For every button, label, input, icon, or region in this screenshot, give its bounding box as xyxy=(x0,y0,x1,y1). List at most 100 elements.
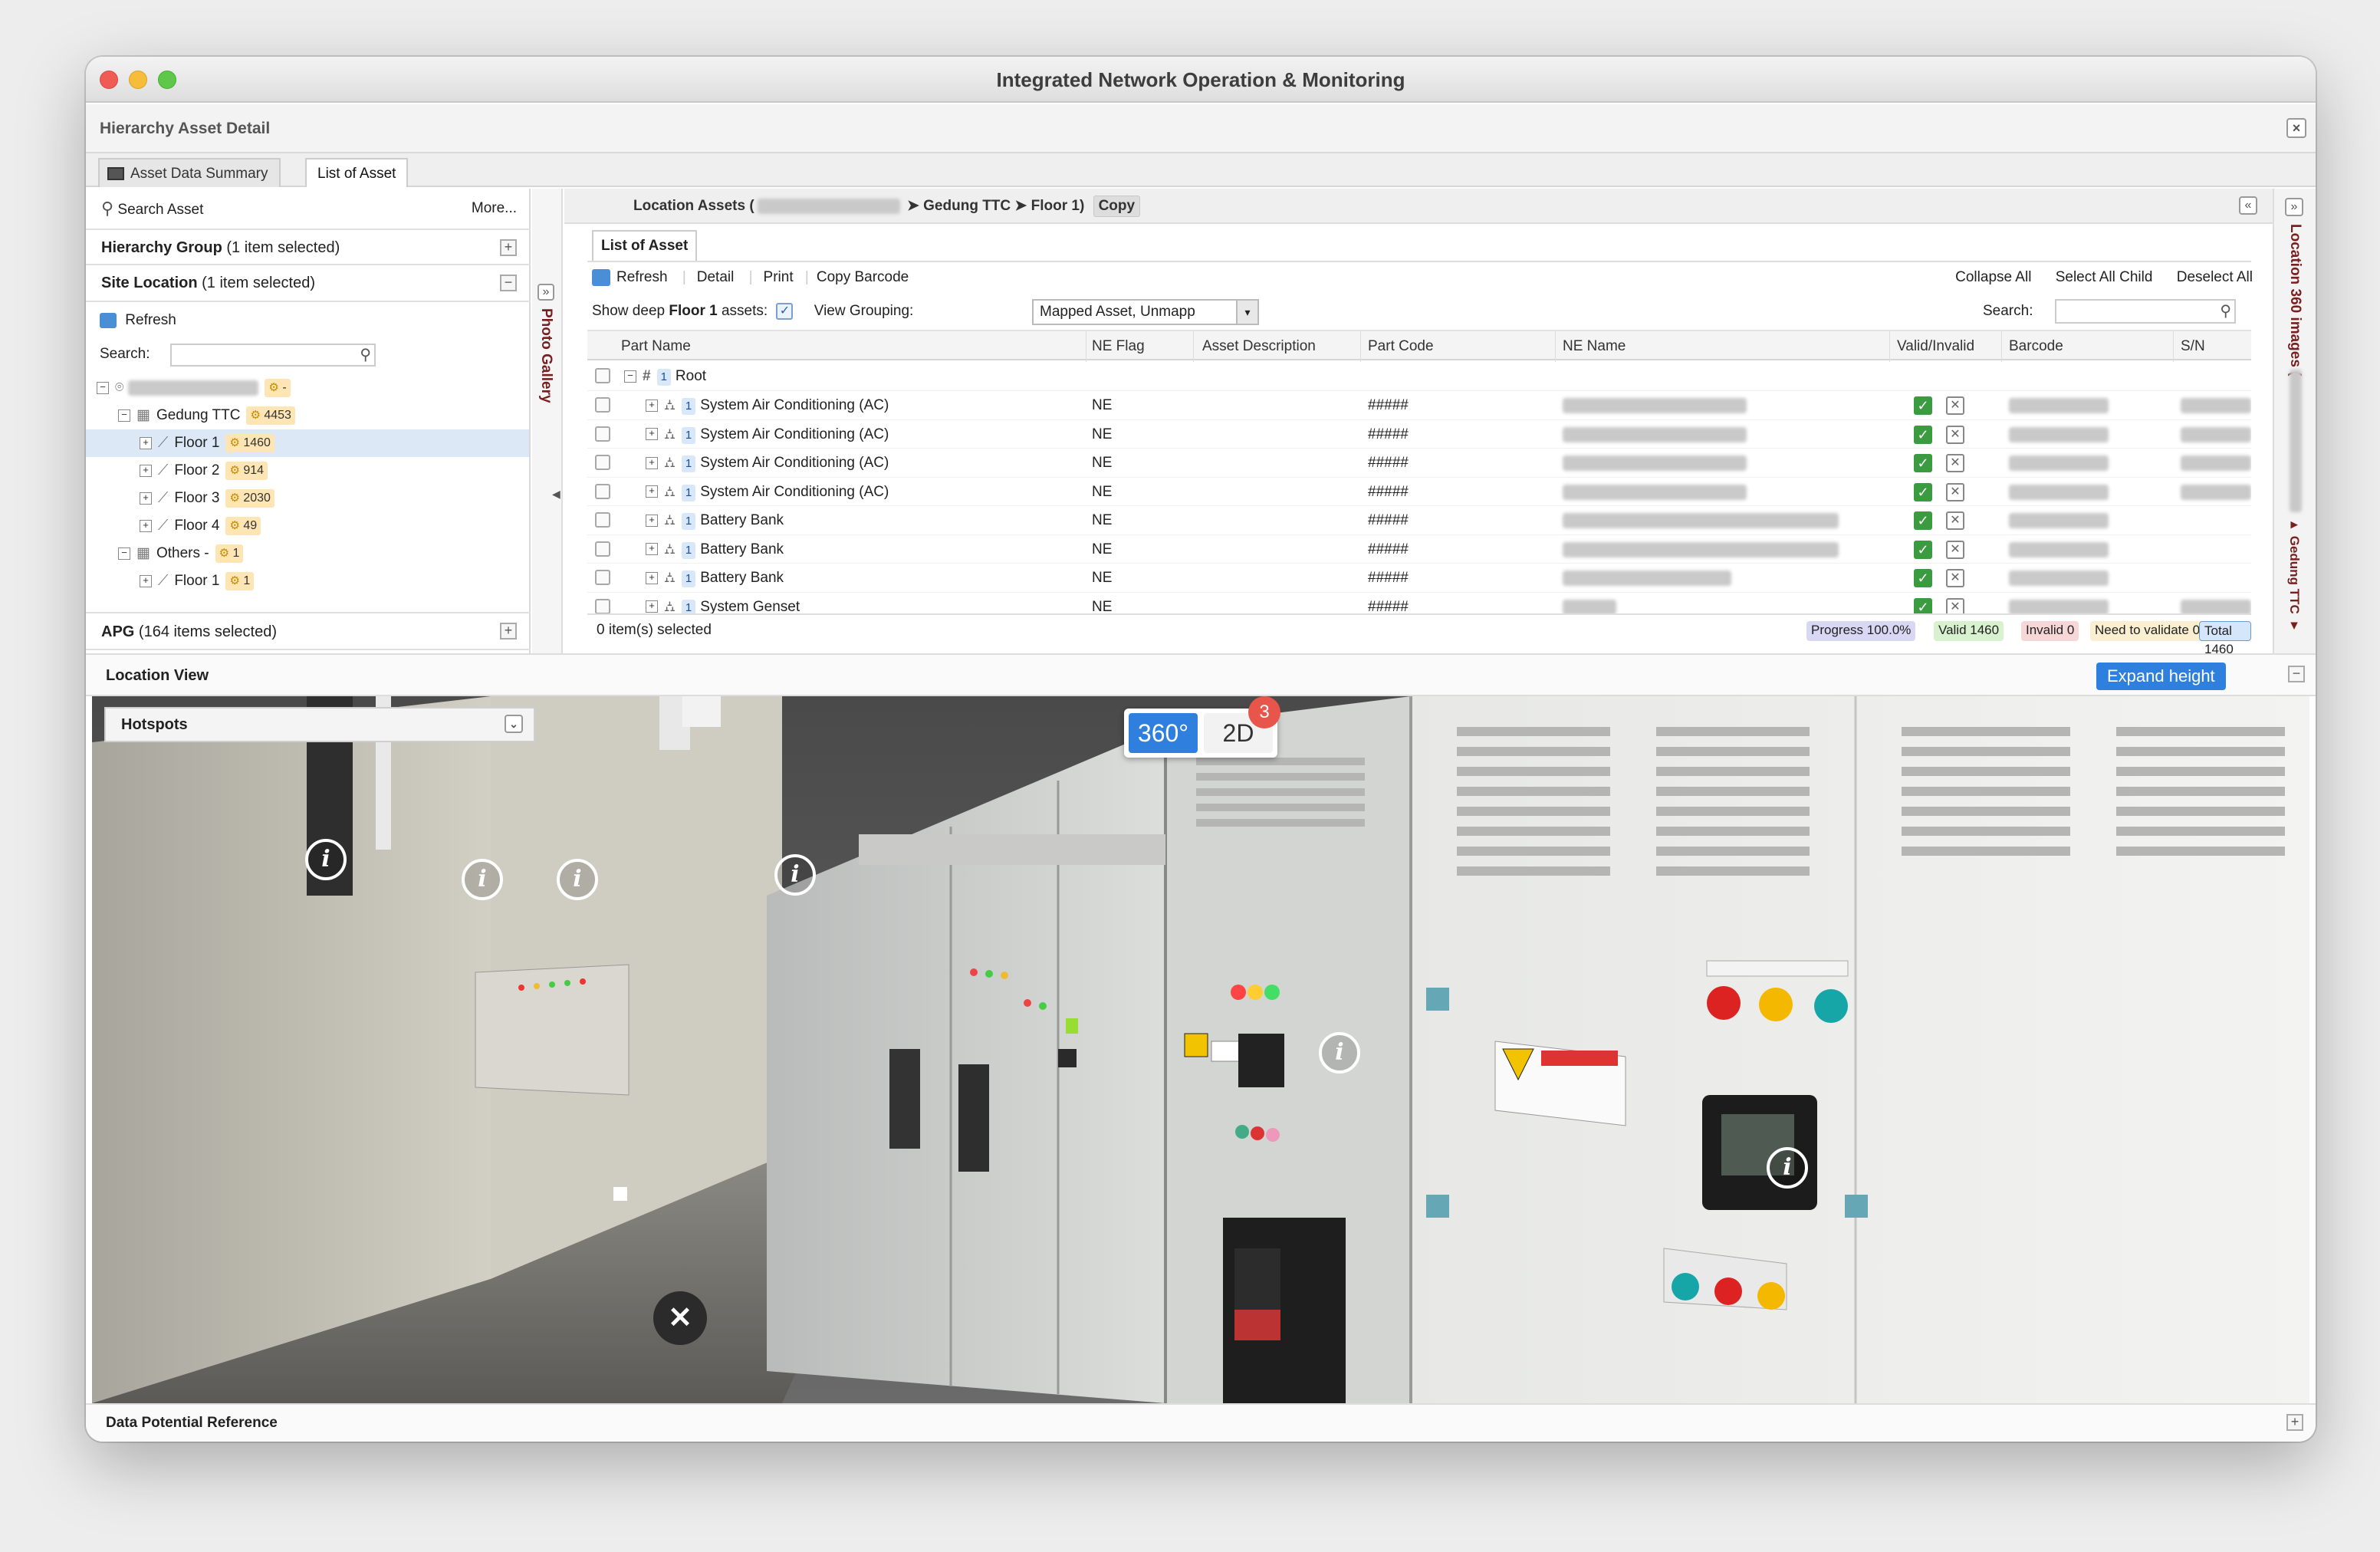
tree-node-root-location[interactable]: − ⌾ ⚙ - xyxy=(97,374,291,402)
invalid-x-icon[interactable]: ✕ xyxy=(1946,396,1964,415)
tree-node-floor-2[interactable]: + ⟋ Floor 2 ⚙ 914 xyxy=(140,457,268,485)
collapse-icon[interactable]: − xyxy=(2288,666,2305,682)
valid-check-icon[interactable]: ✓ xyxy=(1914,597,1932,613)
expand-gallery-icon[interactable]: » xyxy=(537,284,554,301)
hotspot-info-icon[interactable]: i xyxy=(1767,1147,1808,1189)
search-icon[interactable]: ⚲ xyxy=(360,345,371,365)
table-row[interactable]: + ⛼ 1 System Genset NE ##### ✓ ✕ xyxy=(587,593,2251,613)
collapse-icon[interactable]: − xyxy=(118,547,130,560)
tree-node-floor-4[interactable]: + ⟋ Floor 4 ⚙ 49 xyxy=(140,512,261,540)
show-deep-checkbox[interactable]: ✓ xyxy=(776,302,794,320)
row-checkbox[interactable] xyxy=(595,541,610,557)
more-link[interactable]: More... xyxy=(472,193,517,224)
expand-360-icon[interactable]: » xyxy=(2285,198,2303,216)
left-refresh-button[interactable]: Refresh xyxy=(100,305,176,336)
expand-icon[interactable]: + xyxy=(646,485,658,498)
tree-node-others-floor-1[interactable]: + ⟋ Floor 1 ⚙ 1 xyxy=(140,567,255,595)
tab-asset-data-summary[interactable]: Asset Data Summary xyxy=(98,158,281,187)
breadcrumb-item[interactable]: Gedung TTC xyxy=(923,198,1011,214)
data-potential-footer[interactable]: Data Potential Reference + xyxy=(86,1403,2316,1442)
hierarchy-group-section[interactable]: Hierarchy Group (1 item selected) + xyxy=(86,229,531,265)
expand-icon[interactable]: + xyxy=(646,571,658,584)
deselect-all-button[interactable]: Deselect All xyxy=(2177,269,2253,285)
expand-icon[interactable]: + xyxy=(646,399,658,412)
chevron-down-icon[interactable]: ⌄ xyxy=(505,715,523,733)
site-location-section[interactable]: Site Location (1 item selected) − xyxy=(86,265,531,302)
tab-list-of-asset[interactable]: List of Asset xyxy=(305,158,409,187)
valid-check-icon[interactable]: ✓ xyxy=(1914,425,1932,444)
minimize-window-button[interactable] xyxy=(129,71,147,89)
detail-button[interactable]: Detail xyxy=(697,269,735,285)
expand-icon[interactable]: + xyxy=(140,574,152,587)
expand-icon[interactable]: + xyxy=(646,428,658,441)
search-icon[interactable]: ⚲ xyxy=(2220,301,2231,322)
table-row[interactable]: + ⛼ 1 System Air Conditioning (AC) NE ##### ✓ ✕ xyxy=(587,449,2251,478)
tree-node-floor-3[interactable]: + ⟋ Floor 3 ⚙ 2030 xyxy=(140,485,274,512)
row-checkbox[interactable] xyxy=(595,368,610,383)
collapse-icon[interactable]: − xyxy=(500,275,517,291)
column-header-part-code[interactable]: Part Code xyxy=(1368,331,1434,362)
column-header-valid-invalid[interactable]: Valid/Invalid xyxy=(1897,331,1974,362)
column-header-part-name[interactable]: Part Name xyxy=(621,331,691,362)
copy-barcode-button[interactable]: Copy Barcode xyxy=(817,269,909,285)
apg-section[interactable]: APG (164 items selected) + xyxy=(86,612,531,650)
hotspot-info-icon[interactable]: i xyxy=(557,859,598,900)
row-checkbox[interactable] xyxy=(595,426,610,442)
breadcrumb-item[interactable]: Floor 1) xyxy=(1031,198,1085,214)
photo-gallery-strip[interactable]: » Photo Gallery ◀ xyxy=(532,189,563,653)
hotspot-info-icon[interactable]: i xyxy=(305,839,347,880)
search-asset-link[interactable]: ⚲ Search Asset xyxy=(101,193,203,224)
tab-list-of-asset-inner[interactable]: List of Asset xyxy=(592,230,698,261)
collapse-icon[interactable]: − xyxy=(118,409,130,422)
invalid-x-icon[interactable]: ✕ xyxy=(1946,540,1964,559)
row-checkbox[interactable] xyxy=(595,483,610,499)
expand-icon[interactable]: + xyxy=(500,623,517,640)
expand-icon[interactable]: + xyxy=(140,464,152,477)
valid-check-icon[interactable]: ✓ xyxy=(1914,540,1932,559)
left-search-input[interactable]: ⚲ xyxy=(170,344,376,367)
hotspots-dropdown[interactable]: Hotspots ⌄ xyxy=(104,707,535,742)
table-row[interactable]: + ⛼ 1 System Air Conditioning (AC) NE ##### ✓ ✕ xyxy=(587,391,2251,420)
collapse-icon[interactable]: − xyxy=(97,381,109,394)
table-row[interactable]: + ⛼ 1 System Air Conditioning (AC) NE ##### ✓ ✕ xyxy=(587,478,2251,506)
refresh-button[interactable]: Refresh xyxy=(616,269,668,285)
row-checkbox[interactable] xyxy=(595,512,610,528)
table-row-root[interactable]: − #1 Root xyxy=(587,362,2251,391)
column-header-asset-description[interactable]: Asset Description xyxy=(1202,331,1316,362)
expand-icon[interactable]: + xyxy=(500,239,517,256)
tree-node-floor-1-selected[interactable]: + ⟋ Floor 1 ⚙ 1460 xyxy=(86,429,529,457)
row-checkbox[interactable] xyxy=(595,397,610,413)
view-grouping-select[interactable]: Mapped Asset, Unmapp ▾ xyxy=(1032,299,1259,325)
expand-icon[interactable]: + xyxy=(646,456,658,469)
invalid-x-icon[interactable]: ✕ xyxy=(1946,482,1964,501)
table-row[interactable]: + ⛼ 1 Battery Bank NE ##### ✓ ✕ xyxy=(587,535,2251,564)
hotspot-info-icon[interactable]: i xyxy=(774,854,816,896)
print-button[interactable]: Print xyxy=(764,269,794,285)
maximize-window-button[interactable] xyxy=(158,71,176,89)
valid-check-icon[interactable]: ✓ xyxy=(1914,511,1932,530)
invalid-x-icon[interactable]: ✕ xyxy=(1946,597,1964,613)
close-icon[interactable]: ✕ xyxy=(653,1291,707,1345)
panorama-viewer[interactable]: i i i i i i ✕ Hotspots ⌄ 360° 2D 3 xyxy=(92,696,2309,1403)
invalid-x-icon[interactable]: ✕ xyxy=(1946,454,1964,472)
location-360-strip[interactable]: » Location 360 images ( ▸ Gedung TTC ▾ xyxy=(2273,189,2316,653)
expand-height-button[interactable]: Expand height xyxy=(2096,663,2226,690)
expand-icon[interactable]: + xyxy=(140,492,152,505)
expand-icon[interactable]: + xyxy=(646,600,658,613)
expand-icon[interactable]: + xyxy=(646,514,658,527)
valid-check-icon[interactable]: ✓ xyxy=(1914,396,1932,415)
valid-check-icon[interactable]: ✓ xyxy=(1914,569,1932,587)
expand-icon[interactable]: + xyxy=(140,436,152,449)
expand-icon[interactable]: + xyxy=(140,519,152,532)
close-window-button[interactable] xyxy=(100,71,118,89)
row-checkbox[interactable] xyxy=(595,455,610,470)
valid-check-icon[interactable]: ✓ xyxy=(1914,454,1932,472)
copy-button[interactable]: Copy xyxy=(1093,196,1141,217)
tree-node-others[interactable]: − ▦ Others - ⚙ 1 xyxy=(118,540,244,567)
invalid-x-icon[interactable]: ✕ xyxy=(1946,425,1964,444)
row-checkbox[interactable] xyxy=(595,570,610,585)
invalid-x-icon[interactable]: ✕ xyxy=(1946,569,1964,587)
hotspot-info-icon[interactable]: i xyxy=(462,859,503,900)
valid-check-icon[interactable]: ✓ xyxy=(1914,482,1932,501)
close-panel-button[interactable]: × xyxy=(2286,118,2306,138)
